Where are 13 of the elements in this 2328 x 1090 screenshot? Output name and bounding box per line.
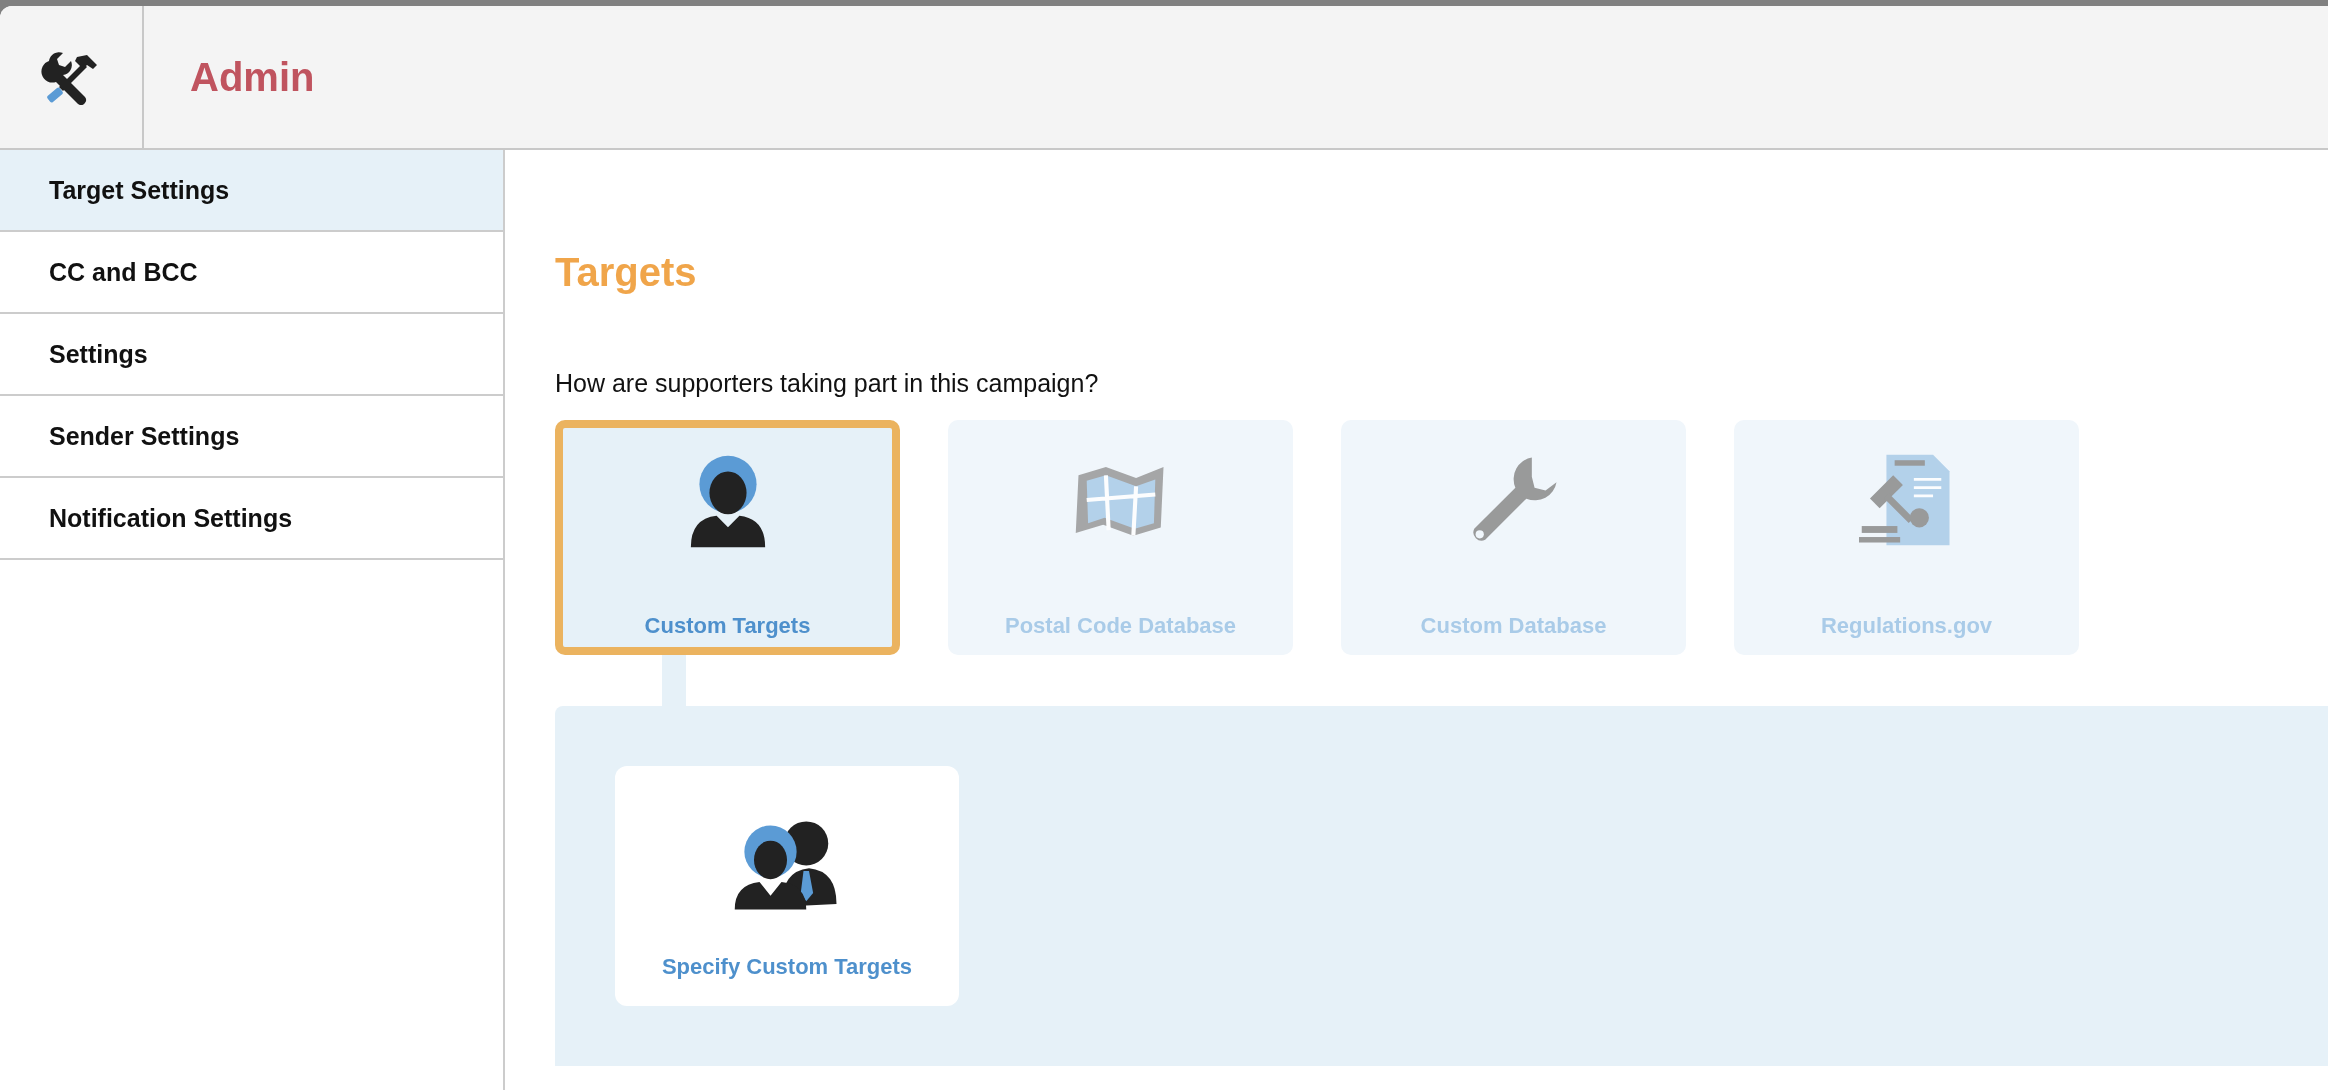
option-label: Custom Database (1420, 613, 1607, 639)
option-label: Custom Targets (644, 613, 811, 639)
sidebar-item[interactable]: Settings (0, 314, 503, 396)
sidebar-item[interactable]: Notification Settings (0, 478, 503, 560)
sidebar-item[interactable]: Sender Settings (0, 396, 503, 478)
page-title: Admin (190, 54, 315, 100)
question-text: How are supporters taking part in this campaign? (555, 369, 1100, 398)
option-label: Postal Code Database (1004, 613, 1237, 639)
sub-option-label: Specify Custom Targets (661, 954, 913, 980)
section-heading: Targets (555, 250, 698, 295)
option-label: Regulations.gov (1820, 613, 1993, 639)
sidebar-item[interactable]: Target Settings (0, 150, 503, 232)
sidebar-item[interactable]: CC and BCC (0, 232, 503, 314)
